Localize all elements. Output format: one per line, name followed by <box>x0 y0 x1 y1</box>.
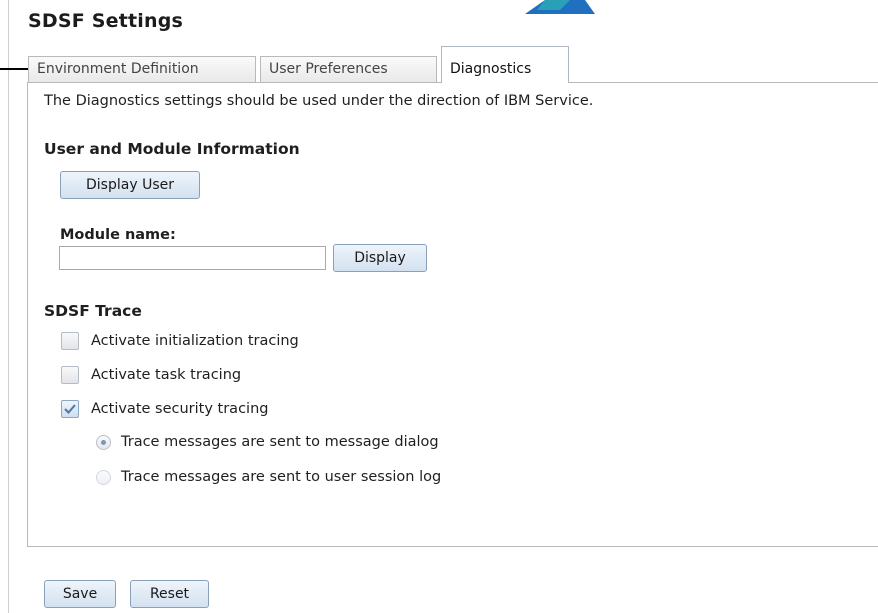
trace-dialog-radio[interactable] <box>96 434 111 450</box>
display-user-button[interactable]: Display User <box>60 171 200 199</box>
module-name-label: Module name: <box>60 227 176 243</box>
trace-dialog-label: Trace messages are sent to message dialo… <box>121 434 439 450</box>
module-name-input[interactable] <box>59 246 326 270</box>
init-tracing-option[interactable]: Activate initialization tracing <box>61 330 299 352</box>
tab-user-preferences[interactable]: User Preferences <box>260 56 437 82</box>
trace-session-log-option[interactable]: Trace messages are sent to user session … <box>96 466 441 488</box>
frame-divider <box>8 0 9 613</box>
tab-environment-definition[interactable]: Environment Definition <box>28 56 256 82</box>
diagnostics-note: The Diagnostics settings should be used … <box>44 93 594 109</box>
security-tracing-label: Activate security tracing <box>91 401 269 417</box>
init-tracing-label: Activate initialization tracing <box>91 333 299 349</box>
user-module-heading: User and Module Information <box>44 140 300 158</box>
security-tracing-checkbox[interactable] <box>61 400 79 418</box>
task-tracing-option[interactable]: Activate task tracing <box>61 364 241 386</box>
display-module-button[interactable]: Display <box>333 244 427 272</box>
sdsf-trace-heading: SDSF Trace <box>44 302 142 320</box>
trace-session-log-label: Trace messages are sent to user session … <box>121 469 442 485</box>
trace-dialog-option[interactable]: Trace messages are sent to message dialo… <box>96 431 439 453</box>
trace-session-log-radio[interactable] <box>96 469 111 485</box>
reset-button[interactable]: Reset <box>130 580 209 608</box>
decorative-rule <box>0 68 30 70</box>
task-tracing-label: Activate task tracing <box>91 367 242 383</box>
ibm-logo-icon <box>525 0 595 14</box>
checkmark-icon <box>64 404 76 414</box>
init-tracing-checkbox[interactable] <box>61 332 79 350</box>
tab-diagnostics[interactable]: Diagnostics <box>441 46 569 83</box>
task-tracing-checkbox[interactable] <box>61 366 79 384</box>
diagnostics-panel: The Diagnostics settings should be used … <box>27 82 878 547</box>
save-button[interactable]: Save <box>44 580 116 608</box>
page-title: SDSF Settings <box>28 10 184 32</box>
security-tracing-option[interactable]: Activate security tracing <box>61 398 268 420</box>
